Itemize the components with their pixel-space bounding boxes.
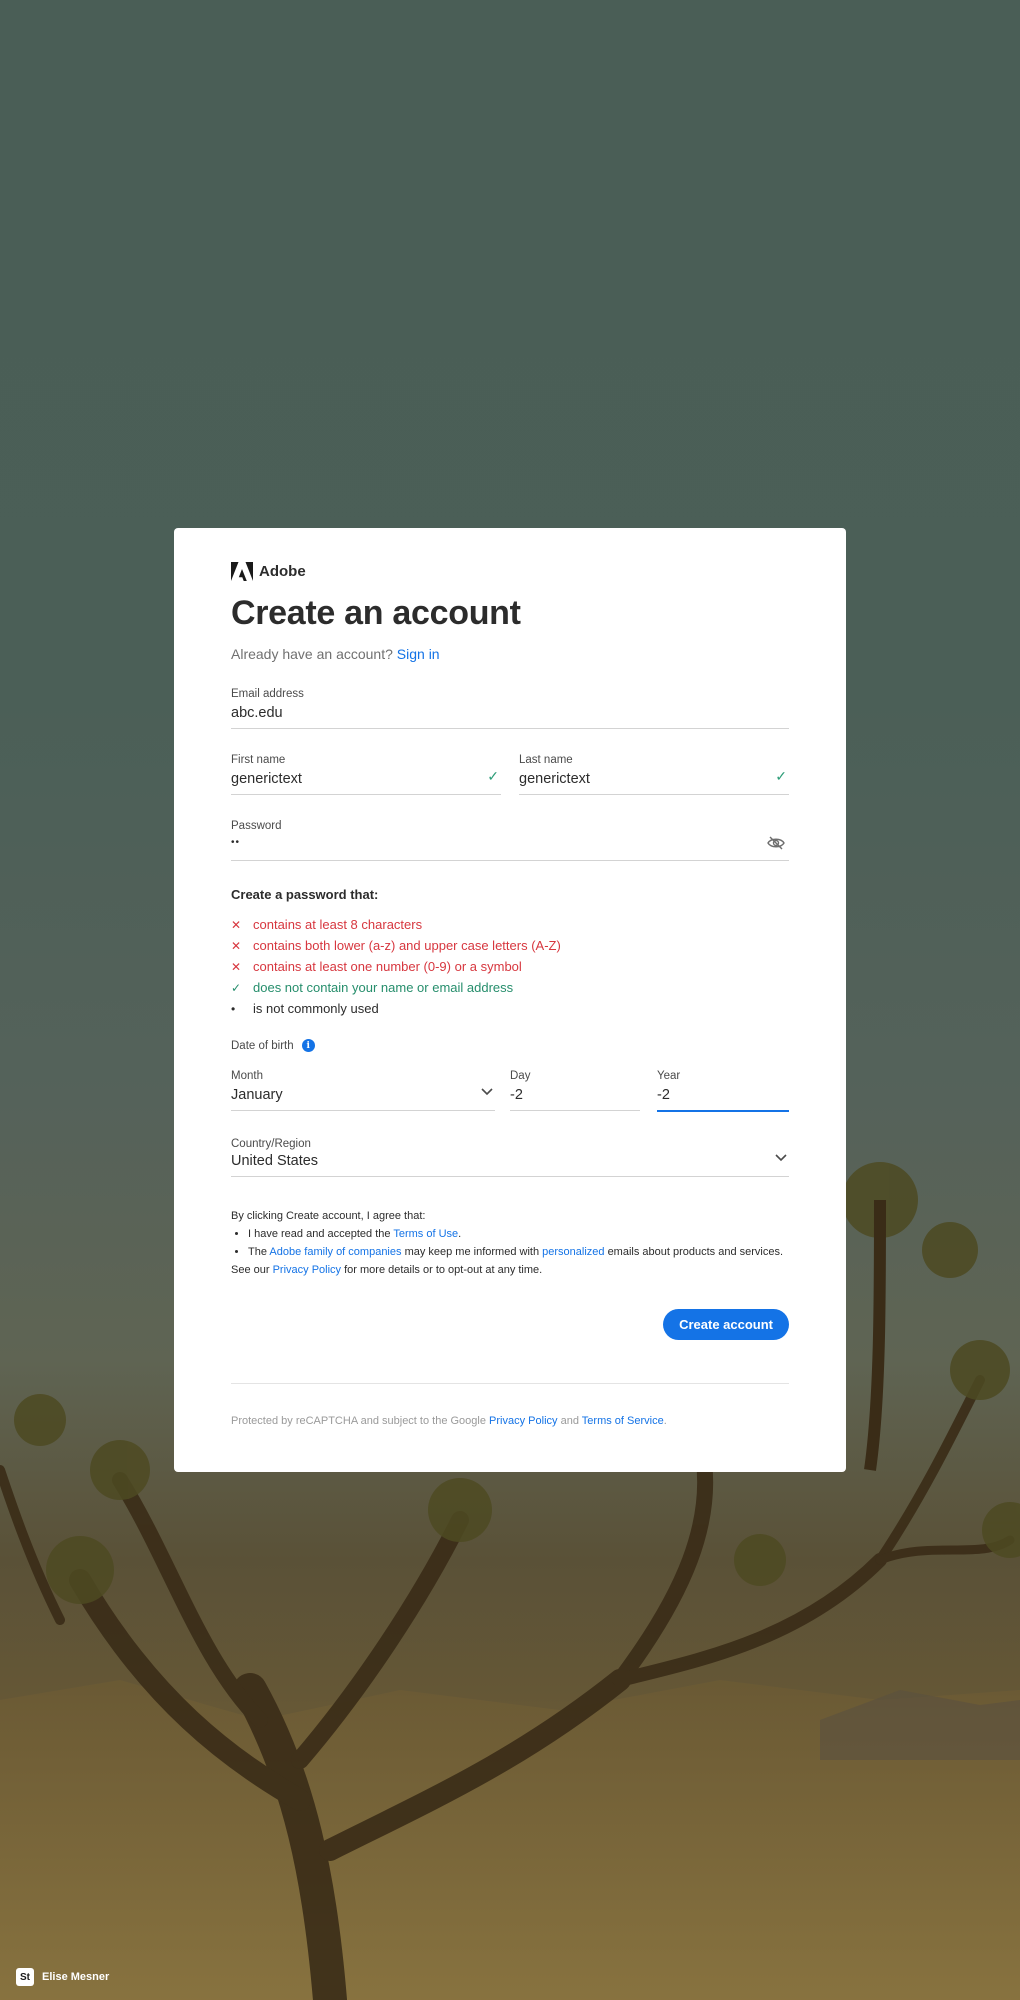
month-select[interactable]: Month January <box>231 1070 495 1111</box>
adobe-logo-icon <box>231 562 253 581</box>
password-rule: • is not commonly used <box>231 1001 379 1016</box>
chevron-down-icon <box>775 1154 787 1162</box>
terms-item: The Adobe family of companies may keep m… <box>248 1243 783 1261</box>
year-input[interactable]: -2 <box>657 1087 789 1107</box>
brand-name: Adobe <box>259 563 306 580</box>
password-rules-list: ✕ contains at least 8 characters ✕ contain… <box>231 914 561 1019</box>
signup-card: Adobe Create an account Already have an … <box>174 528 846 1472</box>
last-name-field[interactable]: Last name generictext ✓ <box>519 754 789 795</box>
first-name-field[interactable]: First name generictext ✓ <box>231 754 501 795</box>
password-field[interactable]: Password •• <box>231 820 789 861</box>
fail-icon: ✕ <box>231 917 242 932</box>
day-field[interactable]: Day -2 <box>510 1070 640 1111</box>
last-name-label: Last name <box>519 754 573 766</box>
adobe-logo: Adobe <box>231 562 306 581</box>
email-field[interactable]: Email address abc.edu <box>231 688 789 729</box>
month-label: Month <box>231 1070 263 1082</box>
password-input[interactable]: •• <box>231 837 789 857</box>
year-field[interactable]: Year -2 <box>657 1070 789 1112</box>
page-title: Create an account <box>231 594 521 632</box>
photographer-name: Elise Mesner <box>42 1971 110 1983</box>
privacy-policy-link[interactable]: Privacy Policy <box>273 1264 341 1276</box>
personalized-link[interactable]: personalized <box>542 1246 604 1258</box>
year-label: Year <box>657 1070 681 1082</box>
signin-link[interactable]: Sign in <box>397 646 440 662</box>
chevron-down-icon <box>481 1088 493 1096</box>
last-name-input[interactable]: generictext <box>519 771 789 791</box>
email-input[interactable]: abc.edu <box>231 705 789 725</box>
month-value[interactable]: January <box>231 1087 495 1107</box>
day-label: Day <box>510 1070 531 1082</box>
first-name-input[interactable]: generictext <box>231 771 501 791</box>
day-input[interactable]: -2 <box>510 1087 640 1107</box>
password-rule: ✓ does not contain your name or email add… <box>231 980 514 995</box>
adobe-stock-icon: St <box>16 1968 34 1986</box>
terms-item: I have read and accepted the Terms of Us… <box>248 1225 783 1243</box>
password-rules-title: Create a password that: <box>231 887 379 902</box>
pass-icon: ✓ <box>231 980 242 995</box>
divider <box>231 1383 789 1384</box>
checkmark-icon: ✓ <box>487 768 499 784</box>
show-password-icon[interactable] <box>767 834 785 852</box>
info-icon[interactable]: i <box>301 1039 315 1052</box>
fail-icon: ✕ <box>231 938 242 953</box>
country-value[interactable]: United States <box>231 1153 789 1173</box>
email-label: Email address <box>231 688 304 700</box>
create-account-button[interactable]: Create account <box>663 1309 789 1340</box>
recaptcha-notice: Protected by reCAPTCHA and subject to th… <box>231 1415 667 1427</box>
bullet-icon: • <box>231 1001 236 1016</box>
dob-heading: Date of birth i <box>231 1039 315 1052</box>
country-select[interactable]: Country/Region United States <box>231 1138 789 1177</box>
adobe-family-link[interactable]: Adobe family of companies <box>269 1246 401 1258</box>
country-label: Country/Region <box>231 1138 311 1150</box>
signin-prompt: Already have an account? Sign in <box>231 646 440 662</box>
fail-icon: ✕ <box>231 959 242 974</box>
password-rule: ✕ contains at least 8 characters <box>231 917 423 932</box>
google-terms-link[interactable]: Terms of Service <box>582 1415 664 1427</box>
checkmark-icon: ✓ <box>775 768 787 784</box>
google-privacy-link[interactable]: Privacy Policy <box>489 1415 557 1427</box>
password-label: Password <box>231 820 282 832</box>
terms-of-use-link[interactable]: Terms of Use <box>393 1228 458 1240</box>
first-name-label: First name <box>231 754 286 766</box>
password-rule: ✕ contains both lower (a-z) and upper cas… <box>231 938 561 953</box>
terms-block: By clicking Create account, I agree that… <box>231 1207 783 1279</box>
photo-credit[interactable]: St Elise Mesner <box>16 1968 109 1986</box>
password-rule: ✕ contains at least one number (0-9) or a… <box>231 959 522 974</box>
